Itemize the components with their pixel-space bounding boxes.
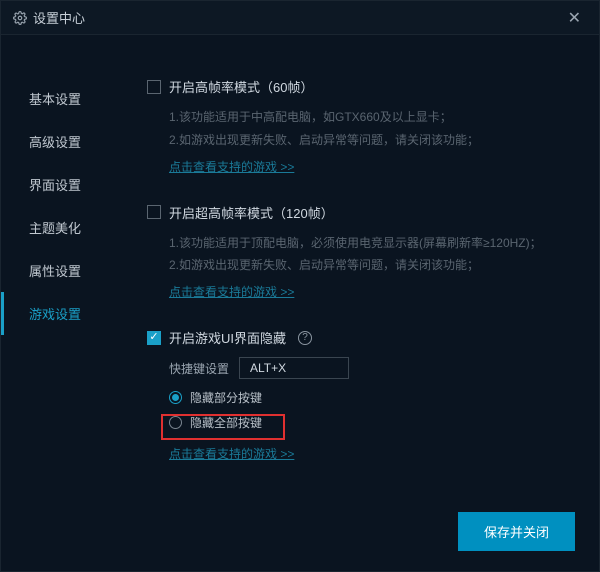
uhfr-label: 开启超高帧率模式（120帧） bbox=[169, 203, 334, 222]
hfr-label: 开启高帧率模式（60帧） bbox=[169, 77, 313, 96]
uhfr-link[interactable]: 点击查看支持的游戏 >> bbox=[147, 283, 294, 300]
help-icon[interactable]: ? bbox=[298, 331, 312, 345]
radio-partial-label: 隐藏部分按键 bbox=[190, 389, 262, 406]
gear-icon bbox=[13, 11, 27, 25]
hfr-checkbox[interactable] bbox=[147, 80, 161, 94]
radio-partial[interactable] bbox=[169, 391, 182, 404]
radio-all-label: 隐藏全部按键 bbox=[190, 414, 262, 431]
content: 开启高帧率模式（60帧） 1.该功能适用于中高配电脑，如GTX660及以上显卡；… bbox=[119, 35, 599, 571]
sidebar-item-advanced[interactable]: 高级设置 bbox=[1, 120, 119, 163]
hotkey-input[interactable] bbox=[239, 357, 349, 379]
window-title-text: 设置中心 bbox=[33, 8, 85, 27]
uhfr-checkbox-row[interactable]: 开启超高帧率模式（120帧） bbox=[147, 203, 579, 222]
radio-all[interactable] bbox=[169, 416, 182, 429]
hotkey-label: 快捷键设置 bbox=[169, 360, 229, 377]
ui-hide-checkbox-row[interactable]: 开启游戏UI界面隐藏 ? bbox=[147, 328, 579, 347]
hfr-checkbox-row[interactable]: 开启高帧率模式（60帧） bbox=[147, 77, 579, 96]
uhfr-desc2: 2.如游戏出现更新失败、启动异常等问题，请关闭该功能； bbox=[147, 254, 579, 277]
uhfr-checkbox[interactable] bbox=[147, 205, 161, 219]
hfr-desc1: 1.该功能适用于中高配电脑，如GTX660及以上显卡； bbox=[147, 106, 579, 129]
section-uhfr: 开启超高帧率模式（120帧） 1.该功能适用于顶配电脑，必须使用电竞显示器(屏幕… bbox=[147, 203, 579, 301]
ui-hide-checkbox[interactable] bbox=[147, 331, 161, 345]
ui-hide-label: 开启游戏UI界面隐藏 bbox=[169, 328, 286, 347]
radio-partial-row[interactable]: 隐藏部分按键 bbox=[147, 389, 579, 406]
sidebar-item-game[interactable]: 游戏设置 bbox=[1, 292, 119, 335]
sidebar: 基本设置 高级设置 界面设置 主题美化 属性设置 游戏设置 bbox=[1, 35, 119, 571]
sidebar-item-basic[interactable]: 基本设置 bbox=[1, 77, 119, 120]
sidebar-item-property[interactable]: 属性设置 bbox=[1, 249, 119, 292]
uhfr-desc1: 1.该功能适用于顶配电脑，必须使用电竞显示器(屏幕刷新率≥120HZ)； bbox=[147, 232, 579, 255]
ui-hide-link[interactable]: 点击查看支持的游戏 >> bbox=[147, 445, 294, 462]
sidebar-item-interface[interactable]: 界面设置 bbox=[1, 163, 119, 206]
main: 基本设置 高级设置 界面设置 主题美化 属性设置 游戏设置 开启高帧率模式（60… bbox=[1, 35, 599, 571]
hfr-desc2: 2.如游戏出现更新失败、启动异常等问题，请关闭该功能； bbox=[147, 129, 579, 152]
section-ui-hide: 开启游戏UI界面隐藏 ? 快捷键设置 隐藏部分按键 隐藏全部按键 点击查看支持的… bbox=[147, 328, 579, 462]
save-button[interactable]: 保存并关闭 bbox=[458, 512, 575, 551]
hfr-link[interactable]: 点击查看支持的游戏 >> bbox=[147, 158, 294, 175]
close-button[interactable]: ✕ bbox=[562, 4, 587, 32]
window-title: 设置中心 bbox=[13, 8, 85, 27]
sidebar-item-theme[interactable]: 主题美化 bbox=[1, 206, 119, 249]
titlebar: 设置中心 ✕ bbox=[1, 1, 599, 35]
hotkey-row: 快捷键设置 bbox=[147, 357, 579, 379]
section-hfr: 开启高帧率模式（60帧） 1.该功能适用于中高配电脑，如GTX660及以上显卡；… bbox=[147, 77, 579, 175]
radio-all-row[interactable]: 隐藏全部按键 bbox=[147, 414, 579, 431]
